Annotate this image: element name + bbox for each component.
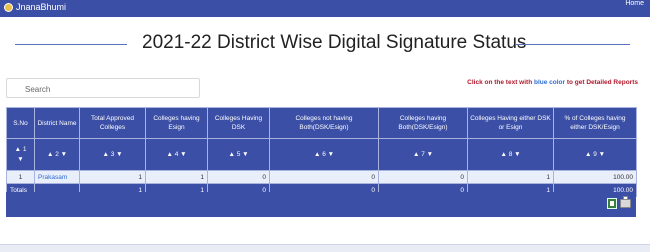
info-note-prefix: Click on the text with xyxy=(467,79,534,86)
table-row: 1 Prakasam 1 1 0 0 0 1 100.00 xyxy=(6,170,637,184)
home-link[interactable]: Home xyxy=(625,0,644,7)
col-header-both: Colleges having Both(DSK/Esign) xyxy=(378,107,468,139)
col-header-not-both: Colleges not having Both(DSK/Esign) xyxy=(269,107,379,139)
sort-control-not-both[interactable]: ▲ 6 ▼ xyxy=(269,138,379,171)
info-note-suffix: to get Detailed Reports xyxy=(565,79,638,86)
info-note: Click on the text with blue color to get… xyxy=(467,79,638,86)
search-input[interactable] xyxy=(7,80,199,99)
sort-label-esign: 4 xyxy=(174,151,179,158)
top-nav-bar: JnanaBhumi Home xyxy=(0,0,650,17)
report-table: S.No District Name Total Approved Colleg… xyxy=(6,107,637,197)
sort-label-percent: 9 xyxy=(593,151,597,158)
sort-label-both: 7 xyxy=(421,151,425,158)
sort-control-percent[interactable]: ▲ 9 ▼ xyxy=(553,138,637,171)
sort-control-district[interactable]: ▲ 2 ▼ xyxy=(34,138,80,171)
table-footer-toolbar xyxy=(6,192,636,217)
sort-label-total-approved: 3 xyxy=(110,151,115,158)
search-box[interactable] xyxy=(6,78,200,99)
jnanabhumi-logo-icon xyxy=(4,2,13,12)
sort-label-either: 8 xyxy=(508,151,513,158)
col-header-esign: Colleges having Esign xyxy=(145,107,208,139)
col-header-percent: % of Colleges having either DSK/Esign xyxy=(553,107,637,139)
sort-control-either[interactable]: ▲ 8 ▼ xyxy=(467,138,554,171)
cell-percent: 100.00 xyxy=(553,170,637,184)
col-header-dsk: Colleges Having DSK xyxy=(207,107,270,139)
info-note-highlight: blue color xyxy=(533,79,566,86)
title-divider-left xyxy=(15,44,127,45)
col-header-district: District Name xyxy=(34,107,80,139)
col-header-either: Colleges Having either DSK or Esign xyxy=(467,107,554,139)
print-icon[interactable] xyxy=(620,196,631,208)
excel-export-icon[interactable] xyxy=(607,198,617,209)
sort-control-dsk[interactable]: ▲ 5 ▼ xyxy=(207,138,270,171)
sort-label-dsk: 5 xyxy=(236,151,241,158)
cell-not-both: 0 xyxy=(269,170,379,184)
cell-district-link[interactable]: Prakasam xyxy=(34,170,80,184)
sort-control-both[interactable]: ▲ 7 ▼ xyxy=(378,138,468,171)
col-header-total-approved: Total Approved Colleges xyxy=(79,107,146,139)
sort-control-sno[interactable]: ▲ 1 ▼ xyxy=(6,138,35,171)
sort-label-district: 2 xyxy=(55,151,59,158)
app-name: JnanaBhumi xyxy=(16,2,67,12)
cell-either: 1 xyxy=(467,170,554,184)
cell-esign: 1 xyxy=(145,170,208,184)
header-row: S.No District Name Total Approved Colleg… xyxy=(6,107,637,139)
sort-label-sno: 1 xyxy=(22,145,27,153)
page-title: 2021-22 District Wise Digital Signature … xyxy=(142,32,527,53)
title-section: 2021-22 District Wise Digital Signature … xyxy=(0,30,650,58)
cell-total-approved: 1 xyxy=(79,170,146,184)
sort-control-esign[interactable]: ▲ 4 ▼ xyxy=(145,138,208,171)
sort-label-not-both: 6 xyxy=(322,151,326,158)
cell-dsk: 0 xyxy=(207,170,270,184)
col-header-sno: S.No xyxy=(6,107,35,139)
brand[interactable]: JnanaBhumi xyxy=(4,2,66,12)
sort-control-total-approved[interactable]: ▲ 3 ▼ xyxy=(79,138,146,171)
title-divider-right xyxy=(516,44,630,45)
cell-both: 0 xyxy=(378,170,468,184)
cell-sno: 1 xyxy=(6,170,35,184)
sort-row: ▲ 1 ▼ ▲ 2 ▼ ▲ 3 ▼ ▲ 4 ▼ ▲ 5 ▼ ▲ 6 ▼ ▲ 7 ▼… xyxy=(6,138,637,171)
